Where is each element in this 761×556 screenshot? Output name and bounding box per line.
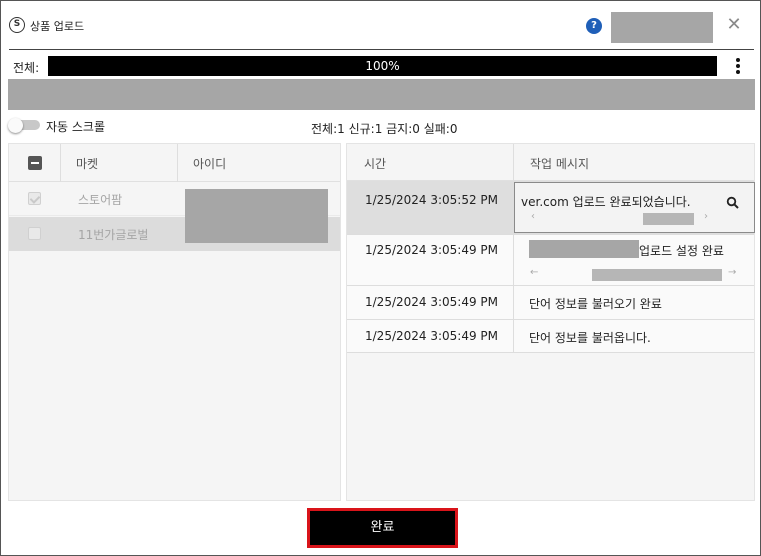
row-checkbox[interactable] [28,227,41,240]
market-table: 마켓 아이디 스토어팜 11번가글로벌 [8,143,341,501]
close-icon[interactable]: ✕ [725,14,743,36]
log-time: 1/25/2024 3:05:49 PM [365,243,499,257]
scroll-right-icon[interactable]: › [704,210,708,224]
table-row[interactable]: 1/25/2024 3:05:49 PM 업로드 설정 완료 ← → [347,235,754,286]
column-header-message[interactable]: 작업 메시지 [530,155,589,172]
column-separator [513,320,514,353]
progress-bar: 100% [48,56,717,76]
log-table: 시간 작업 메시지 1/25/2024 3:05:52 PM ver.com 업… [346,143,755,501]
column-header-id[interactable]: 아이디 [193,155,226,172]
title-divider [9,49,754,50]
market-name: 11번가글로벌 [78,228,149,242]
table-row[interactable]: 1/25/2024 3:05:49 PM 단어 정보를 불러옵니다. [347,320,754,353]
auto-scroll-toggle[interactable] [8,118,40,133]
log-message: 단어 정보를 불러오기 완료 [529,297,662,311]
scroll-thumb[interactable] [592,269,722,281]
log-time: 1/25/2024 3:05:52 PM [365,193,499,207]
log-time: 1/25/2024 3:05:49 PM [365,295,499,309]
column-header-time[interactable]: 시간 [364,155,386,172]
window-title: 상품 업로드 [30,20,85,33]
market-table-header: 마켓 아이디 [9,144,340,182]
progress-text: 100% [365,59,400,73]
horizontal-scrollbar[interactable]: ‹ › [531,210,711,225]
column-separator [60,144,61,182]
table-row[interactable]: 1/25/2024 3:05:49 PM 단어 정보를 불러오기 완료 [347,286,754,320]
column-separator [513,144,514,181]
scroll-left-icon[interactable]: ‹ [531,210,535,224]
horizontal-scrollbar[interactable]: ← → [530,266,740,281]
toggle-knob [8,118,23,133]
redacted-title-block [611,12,713,43]
title-bar: S 상품 업로드 ? ✕ [1,1,760,49]
log-message: 단어 정보를 불러옵니다. [529,331,651,345]
search-icon[interactable] [725,195,741,211]
column-header-market[interactable]: 마켓 [76,155,98,172]
select-all-checkbox[interactable] [28,156,42,170]
column-separator [513,235,514,286]
done-button[interactable]: 완료 [307,508,458,548]
market-name: 스토어팜 [78,193,123,207]
redacted-account-id [185,189,328,243]
row-checkbox[interactable] [28,192,41,205]
redacted-text [529,240,639,258]
log-table-header: 시간 작업 메시지 [347,144,754,181]
app-icon: S [9,17,25,33]
redacted-banner [8,79,755,110]
scroll-thumb[interactable] [643,213,694,225]
scroll-right-icon[interactable]: → [728,266,736,280]
log-message: 업로드 설정 완료 [639,244,724,258]
table-row[interactable]: 1/25/2024 3:05:52 PM ver.com 업로드 완료되었습니다… [347,181,755,235]
upload-stats: 전체:1 신규:1 금지:0 실패:0 [311,122,458,136]
auto-scroll-label: 자동 스크롤 [46,120,106,134]
column-separator [513,286,514,320]
upload-dialog: S 상품 업로드 ? ✕ 전체: 100% 자동 스크롤 전체:1 신규:1 금… [0,0,761,556]
progress-label: 전체: [13,61,40,75]
log-message: ver.com 업로드 완료되었습니다. [521,195,691,209]
column-separator [177,144,178,182]
message-cell-focused[interactable]: ver.com 업로드 완료되었습니다. ‹ › [514,182,755,233]
help-icon[interactable]: ? [586,18,602,34]
kebab-menu-icon[interactable] [729,56,747,76]
log-time: 1/25/2024 3:05:49 PM [365,329,499,343]
scroll-left-icon[interactable]: ← [530,266,538,280]
